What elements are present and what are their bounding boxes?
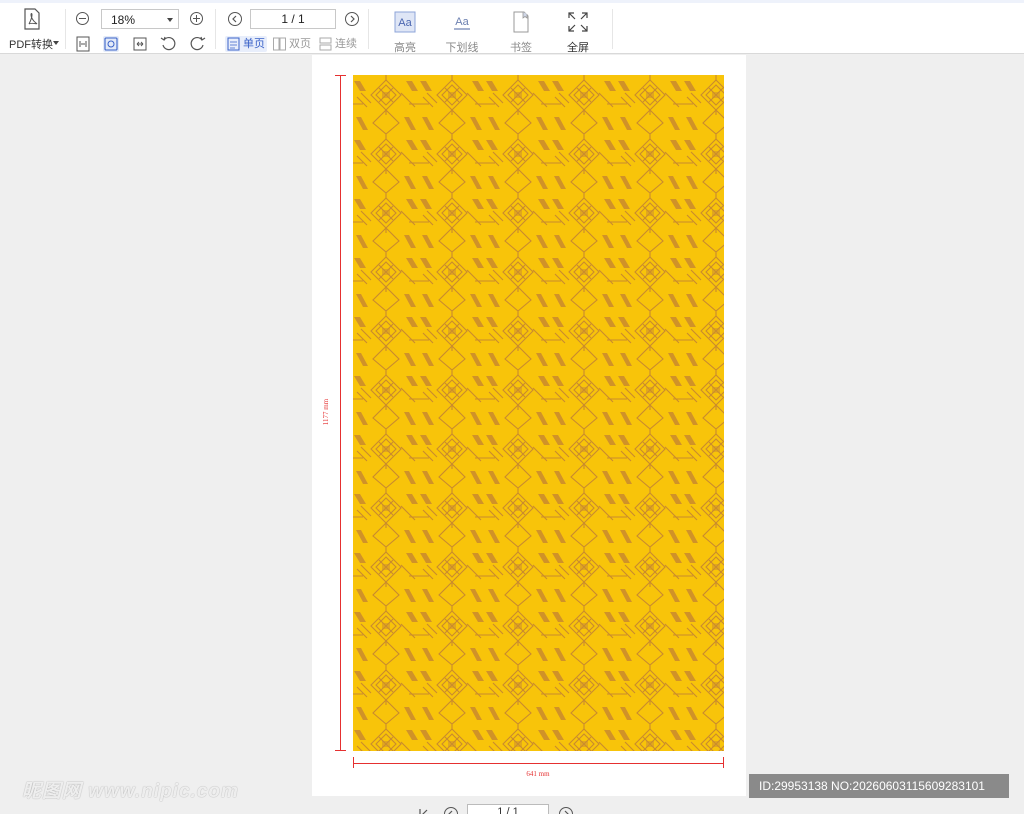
image-id-badge: ID:29953138 NO:20260603115609283101 [749,774,1009,798]
underline-label: 下划线 [445,42,479,54]
single-page-mode[interactable]: 单页 [225,36,267,52]
single-page-icon [227,37,240,51]
pattern-image [353,75,724,751]
zoom-select[interactable]: 18% [101,9,179,29]
first-page-button[interactable] [416,806,432,814]
chevron-down-icon [167,18,173,22]
fit-page-icon[interactable] [75,36,91,52]
nipic-watermark: 昵图网 www.nipic.com [22,781,239,802]
next-page-bottom-button[interactable] [558,806,574,814]
double-page-label: 双页 [289,38,311,50]
bottom-page-input[interactable]: 1 / 1 [467,804,549,814]
underline-tool[interactable]: Aa 下划线 [442,7,482,54]
actual-size-icon[interactable] [103,36,119,52]
width-dimension-line [353,763,724,764]
highlight-label: 高亮 [394,42,416,54]
fullscreen-icon [568,12,588,32]
width-dimension-label: 641 mm [526,770,550,778]
underline-icon: Aa [454,16,470,30]
zoom-out-button[interactable] [76,12,89,25]
fullscreen-label: 全屏 [567,42,589,54]
fit-width-icon[interactable] [132,36,148,52]
divider [368,9,369,49]
pdf-convert-label: PDF转换 [9,39,53,51]
bookmark-tool[interactable]: 书签 [501,7,541,54]
rotate-left-icon[interactable] [160,35,176,51]
svg-text:Aa: Aa [398,17,412,29]
continuous-page-icon [319,37,332,51]
highlight-tool[interactable]: Aa 高亮 [385,7,425,54]
width-dimension-tick [353,757,354,768]
highlight-icon: Aa [394,11,416,33]
bookmark-label: 书签 [510,42,532,54]
double-page-mode[interactable]: 双页 [273,36,311,52]
svg-text:Aa: Aa [455,16,469,28]
continuous-label: 连续 [335,38,357,50]
height-dimension-tick [335,75,346,76]
pattern-artwork [353,75,724,751]
pdf-file-icon [24,8,40,30]
zoom-in-button[interactable] [190,12,203,25]
double-page-icon [273,37,286,51]
height-dimension-label: 1177 mm [322,398,330,426]
zoom-value: 18% [111,13,136,27]
page-number-input[interactable]: 1 / 1 [250,9,336,29]
next-page-button[interactable] [344,11,360,27]
pdf-convert-button[interactable]: PDF转换 [4,3,60,53]
previous-page-button[interactable] [227,11,243,27]
toolbar: PDF转换 18% 1 / 1 单页 双页 连续 Aa 高亮 Aa 下划线 书签… [0,0,1024,54]
divider [612,9,613,49]
width-dimension-tick [723,757,724,768]
rotate-right-icon[interactable] [190,35,206,51]
continuous-mode[interactable]: 连续 [319,36,357,52]
divider [215,9,216,49]
single-page-label: 单页 [243,38,265,50]
height-dimension-tick [335,750,346,751]
previous-page-bottom-button[interactable] [443,806,459,814]
bookmark-icon [513,11,529,33]
chevron-down-icon [53,41,59,45]
fullscreen-tool[interactable]: 全屏 [558,7,598,54]
divider [65,9,66,49]
height-dimension-line [340,75,341,751]
